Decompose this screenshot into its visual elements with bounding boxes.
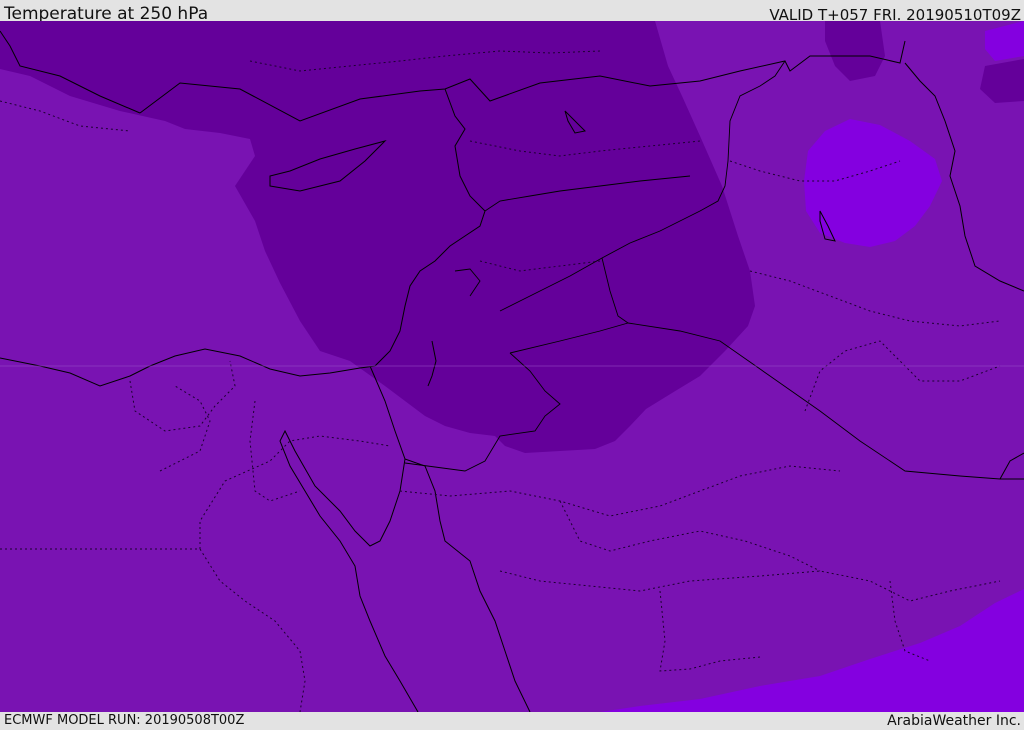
footer-bar: ECMWF MODEL RUN: 20190508T00Z ArabiaWeat…: [0, 712, 1024, 729]
model-run-label: ECMWF MODEL RUN: 20190508T00Z: [4, 713, 245, 728]
header-bar: Temperature at 250 hPa VALID T+057 FRI. …: [0, 0, 1024, 24]
map-area: [0, 21, 1024, 712]
credit-label: ArabiaWeather Inc.: [887, 713, 1021, 729]
map-canvas: [0, 21, 1024, 712]
